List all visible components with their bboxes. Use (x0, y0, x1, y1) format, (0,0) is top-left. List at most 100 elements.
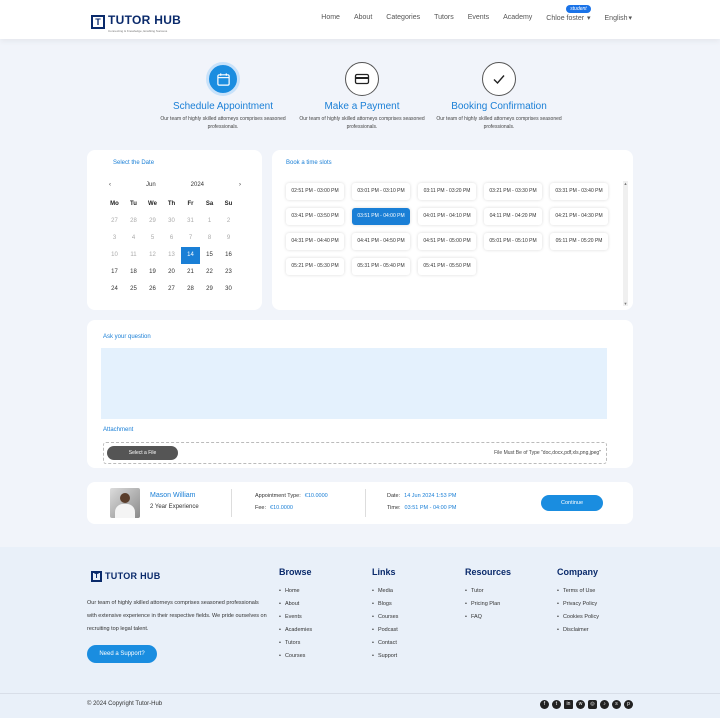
calendar-day[interactable]: 23 (219, 264, 238, 281)
calendar-day[interactable]: 16 (219, 247, 238, 264)
footer-link[interactable]: Terms of Use (557, 585, 599, 598)
calendar-day: 4 (131, 235, 136, 241)
attachment-dropzone[interactable]: Select a File File Must Be of Type "doc,… (103, 442, 607, 464)
footer-link[interactable]: Support (372, 650, 398, 663)
time-slot-button[interactable]: 05:01 PM - 05:10 PM (484, 233, 542, 250)
tutor-experience: 2 Year Experience (150, 504, 199, 510)
calendar-day[interactable]: 30 (219, 281, 238, 298)
user-menu[interactable]: student Chloe foster ▾ (546, 5, 591, 22)
divider (365, 489, 366, 517)
slots-scrollbar[interactable]: ▲ ▼ (623, 181, 628, 306)
footer-link[interactable]: Blogs (372, 598, 398, 611)
brand-logo[interactable]: T TUTOR HUB Connecting & Knowledge, Enab… (91, 11, 181, 33)
time-slot-button[interactable]: 03:11 PM - 03:20 PM (418, 183, 476, 200)
language-label: English (604, 15, 628, 22)
nav-academy[interactable]: Academy (503, 14, 532, 22)
continue-button[interactable]: Continue (541, 495, 603, 511)
footer-link[interactable]: Pricing Plan (465, 598, 511, 611)
calendar-year[interactable]: 2024 (191, 182, 204, 188)
time-slot-button[interactable]: 03:51 PM - 04:00 PM (352, 208, 410, 225)
footer-link[interactable]: Privacy Policy (557, 598, 599, 611)
facebook-icon[interactable]: f (540, 700, 549, 709)
footer-col-resources: Resources Tutor Pricing Plan FAQ (465, 567, 511, 624)
nav-about[interactable]: About (354, 14, 372, 22)
calendar-day[interactable]: 18 (124, 264, 143, 281)
calendar-title: Select the Date (113, 160, 155, 166)
time-slot-button[interactable]: 04:31 PM - 04:40 PM (286, 233, 344, 250)
calendar-day: 2 (226, 218, 231, 224)
footer-link[interactable]: Cookies Policy (557, 611, 599, 624)
calendar-day[interactable]: 22 (200, 264, 219, 281)
footer-link[interactable]: Courses (372, 611, 398, 624)
nav-categories[interactable]: Categories (386, 14, 420, 22)
footer-link[interactable]: Tutors (279, 637, 312, 650)
footer-logo[interactable]: T TUTOR HUB (91, 571, 161, 582)
time-slot-button[interactable]: 02:51 PM - 03:00 PM (286, 183, 344, 200)
time-slot-button[interactable]: 04:21 PM - 04:30 PM (550, 208, 608, 225)
footer-link[interactable]: Academies (279, 624, 312, 637)
time-slot-button[interactable]: 03:41 PM - 03:50 PM (286, 208, 344, 225)
step-desc: Our team of highly skilled attorneys com… (160, 116, 286, 130)
instagram-icon[interactable]: ◎ (588, 700, 597, 709)
select-file-button[interactable]: Select a File (107, 446, 178, 460)
time-slot-button[interactable]: 05:21 PM - 05:30 PM (286, 258, 344, 275)
footer-link[interactable]: Courses (279, 650, 312, 663)
chevron-down-icon: ▾ (628, 15, 632, 22)
nav-home[interactable]: Home (321, 14, 340, 22)
calendar-month[interactable]: Jun (146, 182, 156, 188)
time-slot-button[interactable]: 03:01 PM - 03:10 PM (352, 183, 410, 200)
snapchat-icon[interactable]: s (612, 700, 621, 709)
scroll-up-icon[interactable]: ▲ (623, 181, 628, 186)
appointment-type-value: €10.0000 (304, 493, 328, 499)
time-slot-button[interactable]: 03:31 PM - 03:40 PM (550, 183, 608, 200)
footer-link[interactable]: FAQ (465, 611, 511, 624)
need-support-button[interactable]: Need a Support? (87, 645, 157, 663)
nav-tutors[interactable]: Tutors (434, 14, 454, 22)
time-slot-button[interactable]: 04:11 PM - 04:20 PM (484, 208, 542, 225)
whatsapp-icon[interactable]: w (576, 700, 585, 709)
calendar-day[interactable]: 27 (162, 281, 181, 298)
pinterest-icon[interactable]: p (624, 700, 633, 709)
time-slot-button[interactable]: 04:51 PM - 05:00 PM (418, 233, 476, 250)
time-slot-button[interactable]: 03:21 PM - 03:30 PM (484, 183, 542, 200)
footer-col-company: Company Terms of Use Privacy Policy Cook… (557, 567, 599, 637)
calendar-day[interactable]: 28 (181, 281, 200, 298)
calendar-day[interactable]: 21 (181, 264, 200, 281)
footer-link[interactable]: Disclaimer (557, 624, 599, 637)
time-slot-button[interactable]: 05:11 PM - 05:20 PM (550, 233, 608, 250)
time-slot-button[interactable]: 04:41 PM - 04:50 PM (352, 233, 410, 250)
time-slot-button[interactable]: 05:31 PM - 05:40 PM (352, 258, 410, 275)
time-slot-button[interactable]: 05:41 PM - 05:50 PM (418, 258, 476, 275)
appointment-type: Appointment Type: €10.0000 (255, 493, 328, 499)
question-textarea[interactable] (101, 348, 607, 419)
twitter-icon[interactable]: t (552, 700, 561, 709)
calendar-day[interactable]: 15 (200, 247, 219, 264)
calendar-day[interactable]: 25 (124, 281, 143, 298)
linkedin-icon[interactable]: in (564, 700, 573, 709)
scroll-down-icon[interactable]: ▼ (623, 301, 628, 306)
calendar-day[interactable]: 19 (143, 264, 162, 281)
prev-month-icon[interactable]: ‹ (109, 182, 111, 188)
calendar-day[interactable]: 20 (162, 264, 181, 281)
calendar-day[interactable]: 17 (105, 264, 124, 281)
language-select[interactable]: English▾ (605, 14, 632, 22)
footer-link[interactable]: About (279, 598, 312, 611)
calendar-day: 28 (130, 218, 137, 224)
user-name: Chloe foster (546, 15, 585, 22)
next-month-icon[interactable]: › (239, 182, 241, 188)
calendar-day[interactable]: 26 (143, 281, 162, 298)
footer-link[interactable]: Podcast (372, 624, 398, 637)
footer-link[interactable]: Home (279, 585, 312, 598)
footer-link[interactable]: Tutor (465, 585, 511, 598)
tutor-name[interactable]: Mason William (150, 492, 196, 499)
nav-events[interactable]: Events (468, 14, 489, 22)
footer-link[interactable]: Events (279, 611, 312, 624)
footer-link[interactable]: Media (372, 585, 398, 598)
time-slot-button[interactable]: 04:01 PM - 04:10 PM (418, 208, 476, 225)
footer-link[interactable]: Contact (372, 637, 398, 650)
tiktok-icon[interactable]: ♪ (600, 700, 609, 709)
calendar-day[interactable]: 24 (105, 281, 124, 298)
fee-label: Fee: (255, 505, 267, 511)
calendar-day[interactable]: 29 (200, 281, 219, 298)
calendar-day[interactable]: 14 (181, 247, 200, 264)
